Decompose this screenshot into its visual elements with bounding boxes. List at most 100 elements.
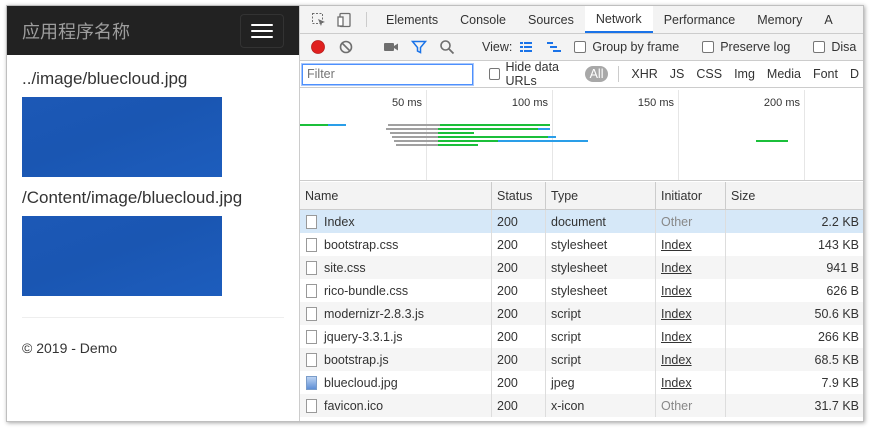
timeline-tick-label: 100 ms (511, 97, 548, 109)
timeline-tick-label: 50 ms (392, 97, 422, 109)
filter-type-all[interactable]: All (584, 66, 609, 82)
divider (22, 317, 284, 318)
request-name: bootstrap.css (324, 237, 399, 252)
request-name: Index (324, 214, 355, 229)
group-by-frame-label: Group by frame (592, 40, 680, 54)
table-row[interactable]: rico-bundle.css 200 stylesheet Index 626… (300, 279, 863, 302)
request-size: 2.2 KB (821, 214, 859, 229)
timeline-tick-label: 200 ms (763, 97, 800, 109)
waterfall-bar (548, 136, 556, 138)
initiator-link[interactable]: Index (661, 261, 692, 275)
checkbox-box[interactable] (489, 68, 500, 80)
column-header-name[interactable]: Name (300, 182, 492, 209)
inspect-element-icon[interactable] (306, 6, 332, 33)
filter-type-font[interactable]: Font (807, 67, 844, 81)
request-size: 68.5 KB (814, 352, 859, 367)
preserve-log-checkbox[interactable]: Preserve log (696, 40, 790, 54)
filter-type-media[interactable]: Media (761, 67, 807, 81)
hide-data-urls-checkbox[interactable]: Hide data URLs (483, 60, 581, 88)
navbar-toggle-button[interactable] (240, 13, 284, 48)
filter-funnel-icon[interactable] (405, 34, 433, 61)
screenshot-camera-icon[interactable] (377, 34, 405, 61)
group-by-frame-checkbox[interactable]: Group by frame (568, 40, 679, 54)
search-icon[interactable] (433, 34, 461, 61)
checkbox-box[interactable] (702, 41, 715, 53)
hide-data-urls-label: Hide data URLs (505, 60, 560, 88)
waterfall-view-icon[interactable] (540, 34, 568, 61)
navbar-brand[interactable]: 应用程序名称 (22, 18, 130, 44)
table-row[interactable]: jquery-3.3.1.js 200 script Index 266 KB (300, 325, 863, 348)
tab-sources[interactable]: Sources (517, 6, 585, 33)
clear-icon[interactable] (332, 34, 360, 61)
filter-type-css[interactable]: CSS (690, 67, 728, 81)
table-row[interactable]: favicon.ico 200 x-icon Other 31.7 KB (300, 394, 863, 417)
toolbar-separator (366, 12, 367, 27)
waterfall-bar (438, 136, 548, 138)
file-icon (306, 329, 317, 344)
tab-performance[interactable]: Performance (653, 6, 747, 33)
filter-type-xhr[interactable]: XHR (625, 67, 663, 81)
file-icon (306, 398, 317, 413)
preserve-log-label: Preserve log (720, 40, 791, 54)
tab-memory[interactable]: Memory (746, 6, 813, 33)
column-header-size[interactable]: Size (726, 182, 863, 209)
request-type: document (546, 210, 656, 233)
initiator-link[interactable]: Index (661, 330, 692, 344)
checkbox-box[interactable] (813, 41, 826, 53)
initiator-link[interactable]: Index (661, 376, 692, 390)
table-row[interactable]: bootstrap.js 200 script Index 68.5 KB (300, 348, 863, 371)
file-icon (306, 283, 317, 298)
file-icon (306, 352, 317, 367)
request-name: rico-bundle.css (324, 283, 409, 298)
waterfall-bar (538, 128, 550, 130)
browser-window: 应用程序名称 ../image/bluecloud.jpg /Content/i… (6, 5, 864, 422)
request-size: 143 KB (817, 237, 859, 252)
tab-network[interactable]: Network (584, 6, 653, 33)
waterfall-bar (388, 124, 440, 126)
table-row[interactable]: modernizr-2.8.3.js 200 script Index 50.6… (300, 302, 863, 325)
large-rows-icon[interactable] (512, 34, 540, 61)
initiator-link[interactable]: Index (661, 284, 692, 298)
tab-more[interactable]: A (813, 6, 843, 33)
request-name: bluecloud.jpg (324, 375, 398, 390)
initiator-link[interactable]: Index (661, 353, 692, 367)
initiator-link[interactable]: Index (661, 238, 692, 252)
bluecloud-image (22, 97, 222, 177)
filter-type-js[interactable]: JS (664, 67, 691, 81)
request-status: 200 (492, 371, 546, 394)
filter-type-doc[interactable]: D (844, 67, 863, 81)
tab-console[interactable]: Console (449, 6, 517, 33)
timeline-tick-label: 150 ms (637, 97, 674, 109)
network-overview-timeline[interactable]: 50 ms 100 ms 150 ms 200 ms (300, 90, 863, 181)
timeline-gridline (678, 90, 679, 180)
table-row[interactable]: Index 200 document Other 2.2 KB (300, 210, 863, 233)
waterfall-bar (756, 140, 788, 142)
initiator-link[interactable]: Index (661, 307, 692, 321)
filter-type-img[interactable]: Img (728, 67, 761, 81)
filter-separator (618, 66, 620, 82)
record-icon[interactable] (304, 34, 332, 61)
file-icon (306, 260, 317, 275)
page-footer: © 2019 - Demo (22, 340, 118, 356)
request-name: jquery-3.3.1.js (324, 329, 403, 344)
timeline-gridline (426, 90, 427, 180)
column-header-status[interactable]: Status (492, 182, 546, 209)
request-type: script (546, 325, 656, 348)
request-status: 200 (492, 348, 546, 371)
table-row[interactable]: site.css 200 stylesheet Index 941 B (300, 256, 863, 279)
request-type: x-icon (546, 394, 656, 417)
waterfall-bar (440, 124, 550, 126)
checkbox-box[interactable] (574, 41, 587, 53)
disable-cache-checkbox[interactable]: Disa (807, 40, 856, 54)
table-row[interactable]: bootstrap.css 200 stylesheet Index 143 K… (300, 233, 863, 256)
filter-input[interactable] (302, 63, 473, 85)
column-header-initiator[interactable]: Initiator (656, 182, 726, 209)
waterfall-bar (438, 144, 478, 146)
device-toolbar-icon[interactable] (332, 6, 358, 33)
waterfall-bar (390, 132, 438, 134)
column-header-type[interactable]: Type (546, 182, 656, 209)
disable-cache-label: Disa (831, 40, 857, 54)
table-row[interactable]: bluecloud.jpg 200 jpeg Index 7.9 KB (300, 371, 863, 394)
tab-elements[interactable]: Elements (375, 6, 449, 33)
request-size: 626 B (826, 283, 859, 298)
